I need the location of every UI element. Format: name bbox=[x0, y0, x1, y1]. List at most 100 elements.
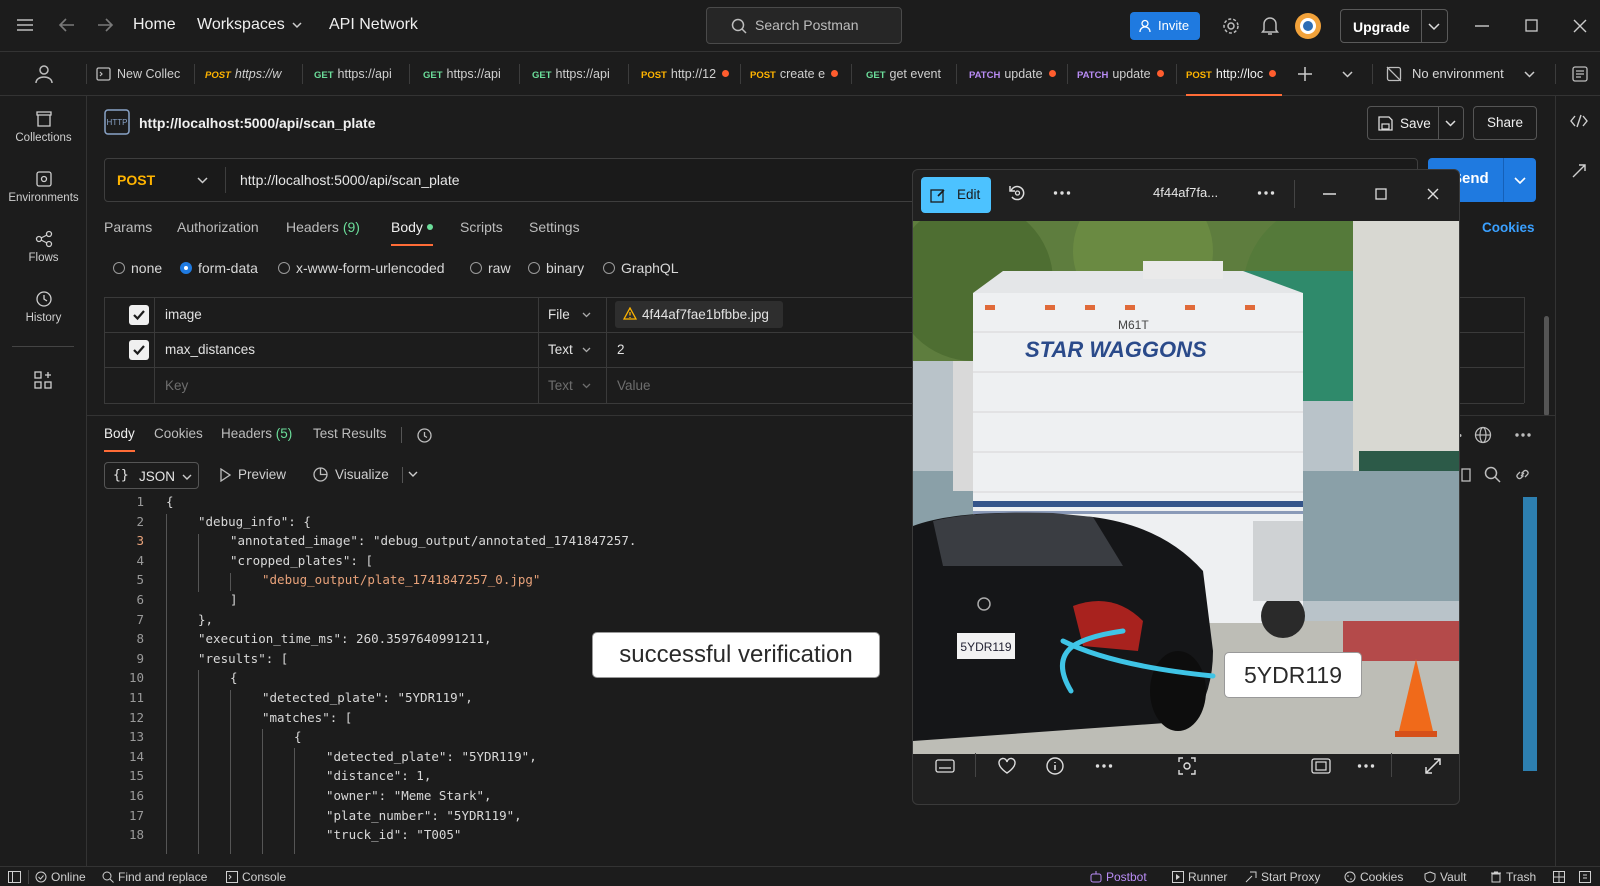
link-icon[interactable] bbox=[1514, 466, 1531, 483]
response-body-code[interactable]: 1 2 3 4 5 6 7 8 9 10 11 12 13 14 15 16 1… bbox=[104, 494, 634, 854]
tab-request[interactable]: POST create e bbox=[750, 52, 844, 96]
gear-icon[interactable] bbox=[1221, 16, 1241, 36]
search-icon[interactable] bbox=[1484, 466, 1501, 483]
environment-quicklook-icon[interactable] bbox=[1572, 66, 1588, 82]
history-icon[interactable] bbox=[416, 427, 433, 444]
menu-icon[interactable] bbox=[16, 18, 34, 32]
tab-request[interactable]: GET https://api bbox=[532, 52, 616, 96]
radio-raw[interactable]: raw bbox=[470, 260, 511, 276]
radio-graphql[interactable]: GraphQL bbox=[603, 260, 679, 276]
response-tab-headers[interactable]: Headers (5) bbox=[221, 426, 292, 441]
tab-scripts[interactable]: Scripts bbox=[460, 219, 503, 235]
radio-none[interactable]: none bbox=[113, 260, 162, 276]
search-input[interactable]: Search Postman bbox=[706, 7, 902, 44]
response-tab-cookies[interactable]: Cookies bbox=[154, 426, 203, 441]
sidebar-item-environments[interactable]: Environments bbox=[0, 170, 87, 204]
globe-icon[interactable] bbox=[1474, 426, 1492, 444]
avatar[interactable] bbox=[1294, 12, 1322, 40]
url-input[interactable]: http://localhost:5000/api/scan_plate bbox=[240, 172, 460, 188]
plus-icon[interactable] bbox=[1298, 67, 1312, 81]
apps-grid-icon[interactable] bbox=[34, 371, 52, 389]
chevron-down-icon[interactable] bbox=[582, 312, 591, 318]
form-key[interactable]: max_distances bbox=[165, 342, 255, 357]
tab-request[interactable]: POST http://12 bbox=[641, 52, 735, 96]
user-icon[interactable] bbox=[34, 64, 54, 84]
tab-request[interactable]: GET https://api bbox=[423, 52, 507, 96]
form-key[interactable]: image bbox=[165, 307, 202, 322]
more-options-icon[interactable] bbox=[1053, 191, 1071, 195]
tab-request[interactable]: GET get event bbox=[866, 52, 944, 96]
sidebar-item-history[interactable]: History bbox=[0, 290, 87, 324]
tab-request[interactable]: PATCH update bbox=[969, 52, 1064, 96]
start-proxy-button[interactable]: Start Proxy bbox=[1245, 870, 1320, 884]
info-icon[interactable] bbox=[1045, 756, 1065, 776]
file-chip[interactable]: 4f44af7fae1bfbbe.jpg bbox=[615, 301, 783, 328]
form-type-select[interactable]: Text bbox=[548, 342, 573, 357]
format-select[interactable]: {} JSON bbox=[104, 462, 199, 489]
close-icon[interactable] bbox=[1573, 19, 1587, 33]
request-title[interactable]: http://localhost:5000/api/scan_plate bbox=[139, 115, 376, 131]
console-button[interactable]: Console bbox=[226, 870, 286, 884]
home-link[interactable]: Home bbox=[133, 16, 176, 34]
preview-button[interactable]: Preview bbox=[238, 467, 286, 482]
minimize-icon[interactable] bbox=[1323, 193, 1336, 195]
edit-button[interactable]: Edit bbox=[921, 177, 991, 213]
more-options-icon[interactable] bbox=[1257, 191, 1275, 195]
code-icon[interactable] bbox=[1570, 114, 1588, 128]
value-placeholder[interactable]: Value bbox=[617, 378, 651, 393]
environment-selector[interactable]: No environment bbox=[1412, 66, 1504, 81]
chevron-down-icon[interactable] bbox=[1428, 23, 1440, 31]
sidebar-item-collections[interactable]: Collections bbox=[0, 110, 87, 144]
tab-settings[interactable]: Settings bbox=[529, 219, 580, 235]
share-button[interactable]: Share bbox=[1473, 106, 1537, 140]
radio-urlencoded[interactable]: x-www-form-urlencoded bbox=[278, 260, 445, 276]
runner-button[interactable]: Runner bbox=[1172, 870, 1227, 884]
workspaces-menu[interactable]: Workspaces bbox=[197, 16, 285, 34]
api-network-link[interactable]: API Network bbox=[329, 16, 418, 34]
row-checkbox[interactable] bbox=[129, 305, 149, 325]
cookies-link[interactable]: Cookies bbox=[1482, 220, 1535, 235]
form-type-select[interactable]: File bbox=[548, 307, 570, 322]
chevron-down-icon[interactable] bbox=[1342, 71, 1353, 78]
row-checkbox[interactable] bbox=[129, 340, 149, 360]
sidebar-toggle-icon[interactable] bbox=[8, 871, 21, 883]
tab-headers[interactable]: Headers (9) bbox=[286, 219, 360, 235]
invite-button[interactable]: Invite bbox=[1130, 12, 1200, 40]
sidebar-item-flows[interactable]: Flows bbox=[0, 230, 87, 264]
trash-button[interactable]: Trash bbox=[1490, 870, 1536, 884]
tab-params[interactable]: Params bbox=[104, 219, 152, 235]
minimize-icon[interactable] bbox=[1475, 25, 1489, 27]
cookies-button[interactable]: Cookies bbox=[1344, 870, 1403, 884]
bell-icon[interactable] bbox=[1261, 16, 1279, 36]
chevron-down-icon[interactable] bbox=[582, 347, 591, 353]
online-status[interactable]: Online bbox=[35, 870, 86, 884]
more-options-icon[interactable] bbox=[1514, 433, 1532, 437]
expand-icon[interactable] bbox=[1423, 756, 1443, 776]
maximize-icon[interactable] bbox=[1525, 19, 1538, 32]
tab-request[interactable]: PATCH update bbox=[1077, 52, 1172, 96]
type-placeholder[interactable]: Text bbox=[548, 378, 573, 393]
chevron-down-icon[interactable] bbox=[1524, 71, 1535, 78]
fit-screen-icon[interactable] bbox=[1311, 757, 1331, 775]
tab-body[interactable]: Body bbox=[391, 219, 433, 246]
tab-new-collection[interactable]: New Collec bbox=[96, 52, 184, 96]
chevron-down-icon[interactable] bbox=[1514, 177, 1526, 184]
more-options-icon[interactable] bbox=[1357, 764, 1375, 768]
more-options-icon[interactable] bbox=[1095, 764, 1113, 768]
copy-icon[interactable] bbox=[1459, 466, 1471, 482]
filmstrip-icon[interactable] bbox=[935, 757, 955, 775]
vault-button[interactable]: Vault bbox=[1424, 870, 1466, 884]
save-button[interactable]: Save bbox=[1367, 106, 1464, 140]
key-placeholder[interactable]: Key bbox=[165, 378, 188, 393]
help-icon[interactable] bbox=[1579, 871, 1591, 883]
tab-active-request[interactable]: POST http://loc bbox=[1186, 52, 1282, 96]
radio-binary[interactable]: binary bbox=[528, 260, 584, 276]
maximize-icon[interactable] bbox=[1375, 188, 1387, 200]
tab-authorization[interactable]: Authorization bbox=[177, 219, 259, 235]
rotate-icon[interactable] bbox=[1007, 183, 1027, 203]
response-tab-tests[interactable]: Test Results bbox=[313, 426, 387, 441]
close-icon[interactable] bbox=[1427, 188, 1439, 200]
method-select[interactable]: POST bbox=[117, 172, 155, 188]
scrollbar[interactable] bbox=[1544, 316, 1549, 416]
postbot-button[interactable]: Postbot bbox=[1090, 870, 1147, 884]
